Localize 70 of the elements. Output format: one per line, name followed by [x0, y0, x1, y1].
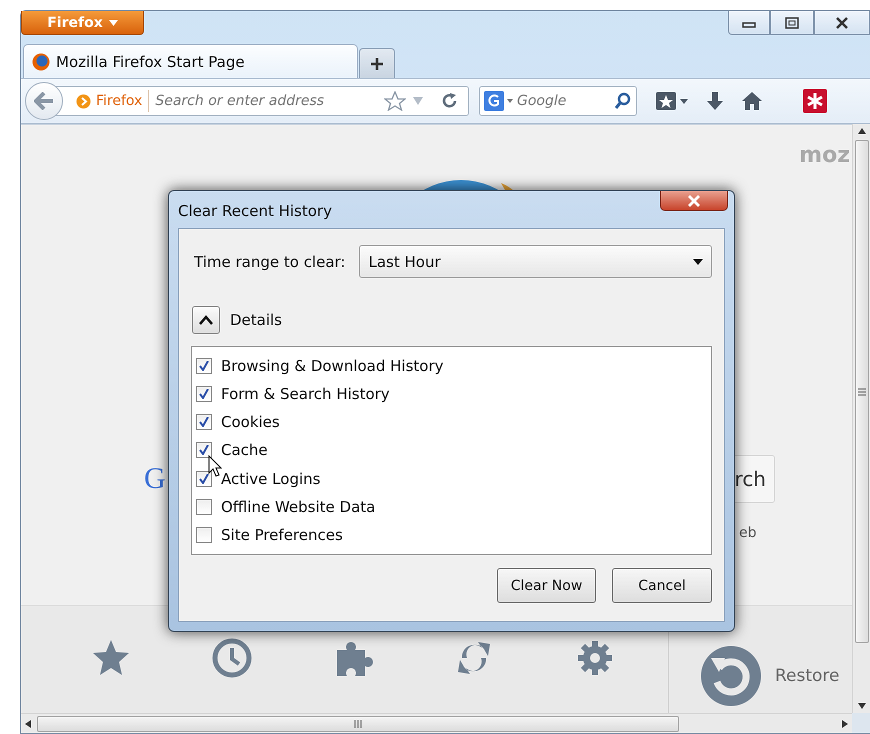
grip-icon — [354, 720, 362, 728]
tab-title: Mozilla Firefox Start Page — [56, 52, 245, 70]
maximize-button[interactable] — [770, 11, 814, 35]
checkbox-label: Cache — [221, 441, 268, 460]
search-icon[interactable] — [614, 92, 632, 110]
vertical-scrollbar[interactable] — [852, 124, 870, 713]
reload-icon[interactable] — [442, 93, 458, 109]
star-icon[interactable] — [91, 638, 131, 678]
time-range-dropdown[interactable]: Last Hour — [359, 245, 712, 278]
close-icon — [835, 16, 849, 28]
asterisk-icon[interactable] — [803, 89, 827, 113]
address-field[interactable]: Search or enter address — [155, 93, 378, 109]
time-range-label: Time range to clear: — [194, 252, 346, 270]
restore-icon — [699, 644, 763, 708]
bookmark-star-icon[interactable] — [655, 90, 689, 112]
browser-tab[interactable]: Mozilla Firefox Start Page — [23, 44, 358, 78]
scrollbar-thumb[interactable] — [37, 716, 679, 732]
details-label: Details — [230, 311, 282, 329]
minimize-button[interactable] — [728, 11, 770, 35]
link-text[interactable]: eb — [739, 525, 756, 541]
restore-window-icon — [785, 16, 799, 28]
identity-icon — [76, 94, 91, 108]
star-icon[interactable] — [384, 91, 406, 111]
checkbox[interactable] — [196, 386, 212, 402]
scrollbar-thumb[interactable] — [854, 140, 868, 643]
logo-text: moz — [799, 143, 850, 168]
dialog-title: Clear Recent History — [178, 202, 332, 220]
close-icon — [687, 194, 701, 206]
checkbox[interactable] — [196, 470, 212, 487]
globe-icon — [32, 52, 50, 70]
back-arrow-icon — [34, 92, 54, 110]
grip-icon — [858, 388, 866, 396]
search-bar[interactable]: Google — [479, 86, 637, 116]
home-icon[interactable] — [741, 91, 763, 111]
checkbox-label: Form & Search History — [221, 385, 390, 404]
cancel-button[interactable]: Cancel — [612, 568, 712, 603]
restore-button[interactable]: Restore — [699, 644, 840, 708]
details-toggle[interactable] — [192, 306, 220, 334]
pointer-cursor-icon — [208, 455, 222, 477]
new-tab-button[interactable] — [359, 48, 395, 78]
checkbox-label: Offline Website Data — [221, 498, 376, 516]
identity-label: Firefox — [76, 90, 150, 112]
search-field[interactable]: Google — [517, 93, 611, 109]
checkbox[interactable] — [196, 442, 212, 458]
caret-icon — [108, 20, 118, 26]
checkbox[interactable] — [196, 414, 212, 430]
checkbox-label: Active Logins — [221, 470, 320, 488]
close-button[interactable] — [660, 191, 728, 211]
gear-icon[interactable] — [575, 638, 615, 678]
checkbox[interactable] — [196, 498, 212, 515]
caret-icon — [693, 258, 703, 264]
scroll-up-icon[interactable] — [858, 128, 866, 134]
checkbox-label: Browsing & Download History — [221, 357, 444, 376]
scroll-right-icon[interactable] — [842, 720, 848, 728]
horizontal-scrollbar[interactable] — [21, 713, 852, 733]
scroll-left-icon[interactable] — [25, 720, 31, 728]
checkbox[interactable] — [196, 358, 212, 374]
checkbox[interactable] — [196, 526, 212, 543]
logo-letter: G — [144, 462, 166, 496]
checkbox-label: Cookies — [221, 413, 280, 432]
clear-now-button[interactable]: Clear Now — [497, 568, 596, 603]
close-button[interactable] — [814, 11, 870, 35]
back-button[interactable] — [25, 82, 63, 120]
search-engine-icon[interactable] — [484, 91, 514, 111]
download-icon[interactable] — [705, 91, 725, 111]
scrollbar-corner — [852, 713, 870, 733]
plus-icon — [370, 56, 384, 70]
checkbox-label: Site Preferences — [221, 526, 343, 544]
scroll-down-icon[interactable] — [858, 703, 866, 709]
clock-icon[interactable] — [212, 638, 252, 678]
